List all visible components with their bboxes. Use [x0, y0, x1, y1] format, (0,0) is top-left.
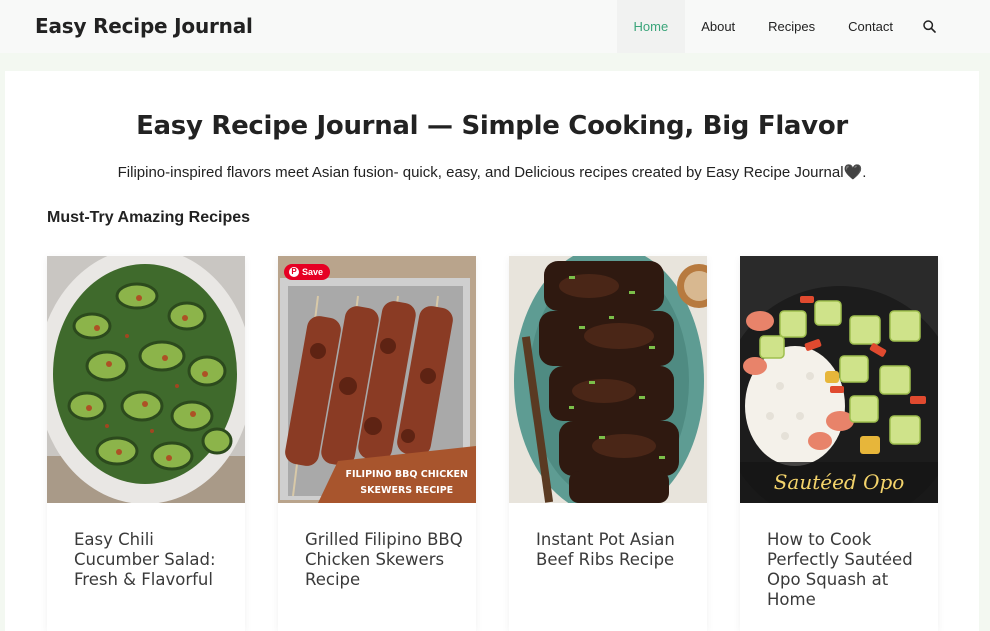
- recipe-card-title[interactable]: How to Cook Perfectly Sautéed Opo Squash…: [767, 530, 927, 610]
- site-title[interactable]: Easy Recipe Journal: [35, 14, 253, 38]
- pinterest-icon: P: [289, 267, 299, 277]
- recipe-card-title[interactable]: Easy Chili Cucumber Salad: Fresh & Flavo…: [74, 530, 234, 590]
- image-overlay-line-1: FILIPINO BBQ CHICKEN: [345, 469, 468, 480]
- section-title: Must-Try Amazing Recipes: [47, 209, 251, 226]
- recipe-image-beef-ribs[interactable]: [509, 256, 707, 503]
- recipe-card[interactable]: Instant Pot Asian Beef Ribs Recipe: [509, 256, 707, 631]
- page-tagline: Filipino-inspired flavors meet Asian fus…: [117, 164, 867, 181]
- nav-item-contact[interactable]: Contact: [832, 0, 910, 53]
- nav-item-about[interactable]: About: [685, 0, 752, 53]
- main-nav: Home About Recipes Contact: [617, 0, 949, 53]
- search-icon: [923, 20, 936, 33]
- recipe-image-opo-squash[interactable]: Sautéed Opo Squash: [740, 256, 938, 503]
- main-content: Easy Recipe Journal — Simple Cooking, Bi…: [5, 71, 979, 631]
- nav-item-recipes[interactable]: Recipes: [752, 0, 832, 53]
- recipe-image-cucumber-salad[interactable]: [47, 256, 245, 503]
- nav-item-home[interactable]: Home: [617, 0, 685, 53]
- recipe-image-bbq-skewers[interactable]: P Save FILIPINO BBQ CHICKEN SKEWERS RECI…: [278, 256, 476, 503]
- image-overlay-line-2: SKEWERS RECIPE: [360, 485, 454, 496]
- pinterest-save-button[interactable]: P Save: [284, 264, 331, 280]
- site-header: Easy Recipe Journal Home About Recipes C…: [0, 0, 990, 53]
- recipe-card-title[interactable]: Grilled Filipino BBQ Chicken Skewers Rec…: [305, 530, 465, 590]
- save-button-label: Save: [302, 267, 324, 277]
- page-title: Easy Recipe Journal — Simple Cooking, Bi…: [136, 111, 848, 141]
- recipe-card[interactable]: P Save FILIPINO BBQ CHICKEN SKEWERS RECI…: [278, 256, 476, 631]
- recipe-card-title[interactable]: Instant Pot Asian Beef Ribs Recipe: [536, 530, 696, 570]
- recipe-card[interactable]: Sautéed Opo Squash How to Cook Perfectly…: [740, 256, 938, 631]
- search-button[interactable]: [909, 0, 949, 53]
- recipe-card[interactable]: Easy Chili Cucumber Salad: Fresh & Flavo…: [47, 256, 245, 631]
- image-overlay-text: Sautéed Opo Squash: [740, 462, 938, 503]
- image-overlay-text: FILIPINO BBQ CHICKEN SKEWERS RECIPE: [345, 467, 468, 499]
